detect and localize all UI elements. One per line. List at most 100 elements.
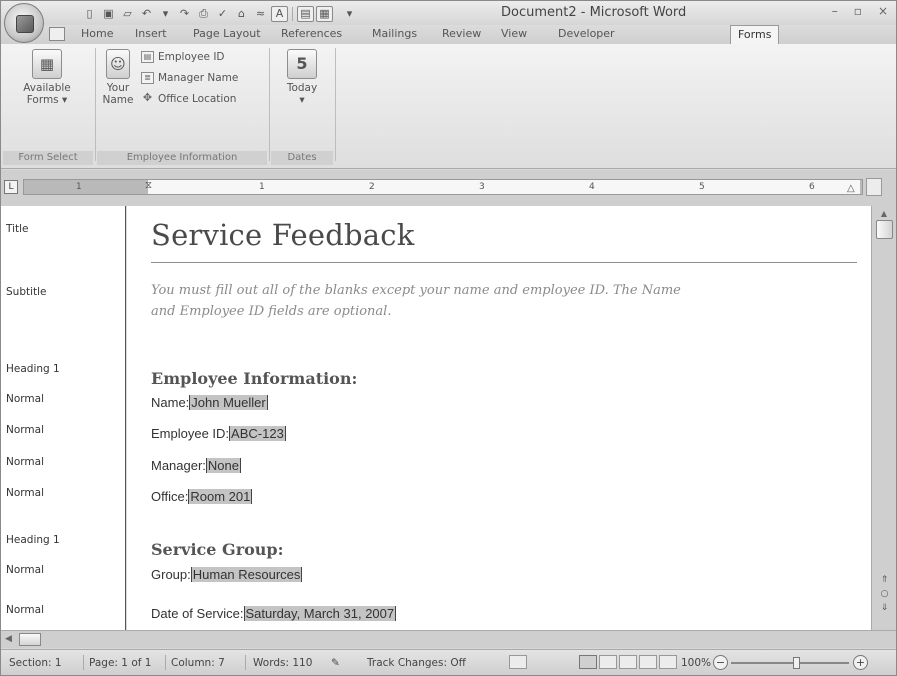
window-title: Document2 - Microsoft Word xyxy=(501,5,687,20)
dates-group-label: Dates xyxy=(271,151,333,165)
style-label: Heading 1 xyxy=(6,534,60,546)
form-select-group: ▦ Available Forms ▾ Form Select xyxy=(3,47,93,166)
style-label: Subtitle xyxy=(6,286,47,298)
your-name-button[interactable]: ☺ Your Name xyxy=(101,49,135,106)
undo-button[interactable]: ↶ xyxy=(138,6,155,22)
ruler-number: 2 xyxy=(369,182,375,192)
next-page-icon[interactable]: ⇓ xyxy=(876,602,893,615)
group-separator xyxy=(335,48,336,161)
ribbon: ▦ Available Forms ▾ Form Select ☺ Your N… xyxy=(1,44,896,169)
group-field-row: Group: Human Resources xyxy=(151,567,303,582)
horizontal-ruler[interactable]: 1 1 2 3 4 5 6 ⧖ △ xyxy=(23,179,863,195)
font-color-icon[interactable]: A xyxy=(271,5,288,22)
tab-selector-button[interactable]: L xyxy=(4,180,18,194)
horizontal-scrollbar[interactable]: ◀ xyxy=(1,630,896,648)
tab-page-layout[interactable]: Page Layout xyxy=(193,27,261,40)
section-indicator[interactable]: Section: 1 xyxy=(9,657,62,669)
page-indicator[interactable]: Page: 1 of 1 xyxy=(89,657,151,669)
word-window: ▯ ▣ ▱ ↶ ▾ ↷ ⎙ ✓ ⌂ ≈ A ▤ ▦ ▾ Document2 - … xyxy=(0,0,897,676)
available-forms-button[interactable]: ▦ Available Forms ▾ xyxy=(11,49,83,106)
column-indicator[interactable]: Column: 7 xyxy=(171,657,225,669)
scroll-left-icon[interactable]: ◀ xyxy=(5,634,12,644)
save-icon[interactable]: ▣ xyxy=(100,6,117,22)
tab-mailings[interactable]: Mailings xyxy=(372,27,417,40)
today-button[interactable]: 5 Today ▾ xyxy=(279,49,325,106)
scroll-up-icon[interactable]: ▲ xyxy=(875,209,893,219)
ruler-number: 1 xyxy=(76,182,82,192)
tab-insert[interactable]: Insert xyxy=(135,27,167,40)
format-painter-icon[interactable]: ⌂ xyxy=(233,6,250,22)
spelling-icon[interactable]: ✓ xyxy=(214,6,231,22)
proofing-icon[interactable]: ✎ xyxy=(331,657,340,669)
web-layout-view-icon[interactable] xyxy=(619,655,637,669)
macro-recording-icon[interactable] xyxy=(509,655,527,669)
zoom-level[interactable]: 100% xyxy=(681,657,711,669)
tab-home[interactable]: Home xyxy=(81,27,113,40)
your-name-label-line1: Your xyxy=(106,82,130,94)
office-location-button[interactable]: ✥ Office Location xyxy=(141,92,237,105)
print-preview-icon[interactable]: ⎙ xyxy=(195,6,212,22)
view-buttons xyxy=(579,655,677,669)
zoom-slider[interactable] xyxy=(731,657,849,669)
full-screen-reading-view-icon[interactable] xyxy=(599,655,617,669)
zoom-slider-thumb[interactable] xyxy=(793,657,800,669)
scrollbar-thumb[interactable] xyxy=(876,220,893,239)
date-of-service-content-control[interactable]: Saturday, March 31, 2007 xyxy=(243,606,397,621)
right-indent-marker-icon[interactable]: △ xyxy=(847,183,855,194)
horizontal-scrollbar-thumb[interactable] xyxy=(19,633,41,646)
window-icon[interactable]: ▦ xyxy=(316,5,333,22)
word-count[interactable]: Words: 110 xyxy=(253,657,312,669)
left-indent-marker-icon[interactable]: ⧖ xyxy=(145,180,152,191)
employee-id-content-control[interactable]: ABC-123 xyxy=(229,426,286,441)
field-label: Name: xyxy=(151,395,190,410)
tab-references[interactable]: References xyxy=(281,27,342,40)
office-location-label: Office Location xyxy=(158,93,237,105)
close-button[interactable]: × xyxy=(878,4,888,18)
minimize-button[interactable]: – xyxy=(832,4,838,18)
window-controls: – ▫ × xyxy=(832,4,888,18)
employee-id-button[interactable]: ▤ Employee ID xyxy=(141,51,225,63)
style-label: Normal xyxy=(6,393,44,405)
dates-group: 5 Today ▾ Dates xyxy=(271,47,333,166)
outline-view-icon[interactable] xyxy=(639,655,657,669)
status-separator xyxy=(165,655,166,670)
qat-customize-button[interactable]: ▾ xyxy=(341,6,358,22)
document-title: Service Feedback xyxy=(151,218,415,252)
track-changes-indicator[interactable]: Track Changes: Off xyxy=(367,657,466,669)
today-dropdown-icon: ▾ xyxy=(299,94,305,106)
open-icon[interactable]: ▱ xyxy=(119,6,136,22)
vertical-scrollbar[interactable]: ▲ ⇑ ○ ⇓ xyxy=(871,206,896,630)
tab-forms[interactable]: Forms xyxy=(730,25,780,45)
select-browse-object-icon[interactable]: ○ xyxy=(876,588,893,601)
status-bar: Section: 1 Page: 1 of 1 Column: 7 Words:… xyxy=(1,649,896,675)
zoom-out-button[interactable]: − xyxy=(713,655,728,670)
table-icon[interactable]: ▤ xyxy=(297,5,314,22)
your-name-label-line2: Name xyxy=(102,94,134,106)
highlight-icon[interactable]: ≈ xyxy=(252,6,269,22)
office-content-control[interactable]: Room 201 xyxy=(188,489,253,504)
style-label: Normal xyxy=(6,487,44,499)
print-layout-view-icon[interactable] xyxy=(579,655,597,669)
undo-dropdown-icon[interactable]: ▾ xyxy=(157,6,174,22)
previous-page-icon[interactable]: ⇑ xyxy=(876,574,893,587)
zoom-in-button[interactable]: + xyxy=(853,655,868,670)
draft-view-icon[interactable] xyxy=(659,655,677,669)
redo-button[interactable]: ↷ xyxy=(176,6,193,22)
document-page[interactable]: Service Feedback You must fill out all o… xyxy=(127,206,871,630)
tab-developer[interactable]: Developer xyxy=(558,27,615,40)
new-document-icon[interactable]: ▯ xyxy=(81,6,98,22)
office-button[interactable] xyxy=(4,3,44,43)
style-label: Normal xyxy=(6,564,44,576)
restore-button[interactable]: ▫ xyxy=(854,4,862,18)
name-content-control[interactable]: John Mueller xyxy=(189,395,268,410)
manager-content-control[interactable]: None xyxy=(205,458,241,473)
tab-view[interactable]: View xyxy=(501,27,527,40)
view-ruler-button[interactable] xyxy=(866,178,882,196)
tab-review[interactable]: Review xyxy=(442,27,481,40)
style-label: Heading 1 xyxy=(6,363,60,375)
person-icon: ☺ xyxy=(106,49,130,79)
group-content-control[interactable]: Human Resources xyxy=(190,567,303,582)
manager-name-button[interactable]: ≣ Manager Name xyxy=(141,72,238,84)
field-label: Manager: xyxy=(151,458,206,473)
